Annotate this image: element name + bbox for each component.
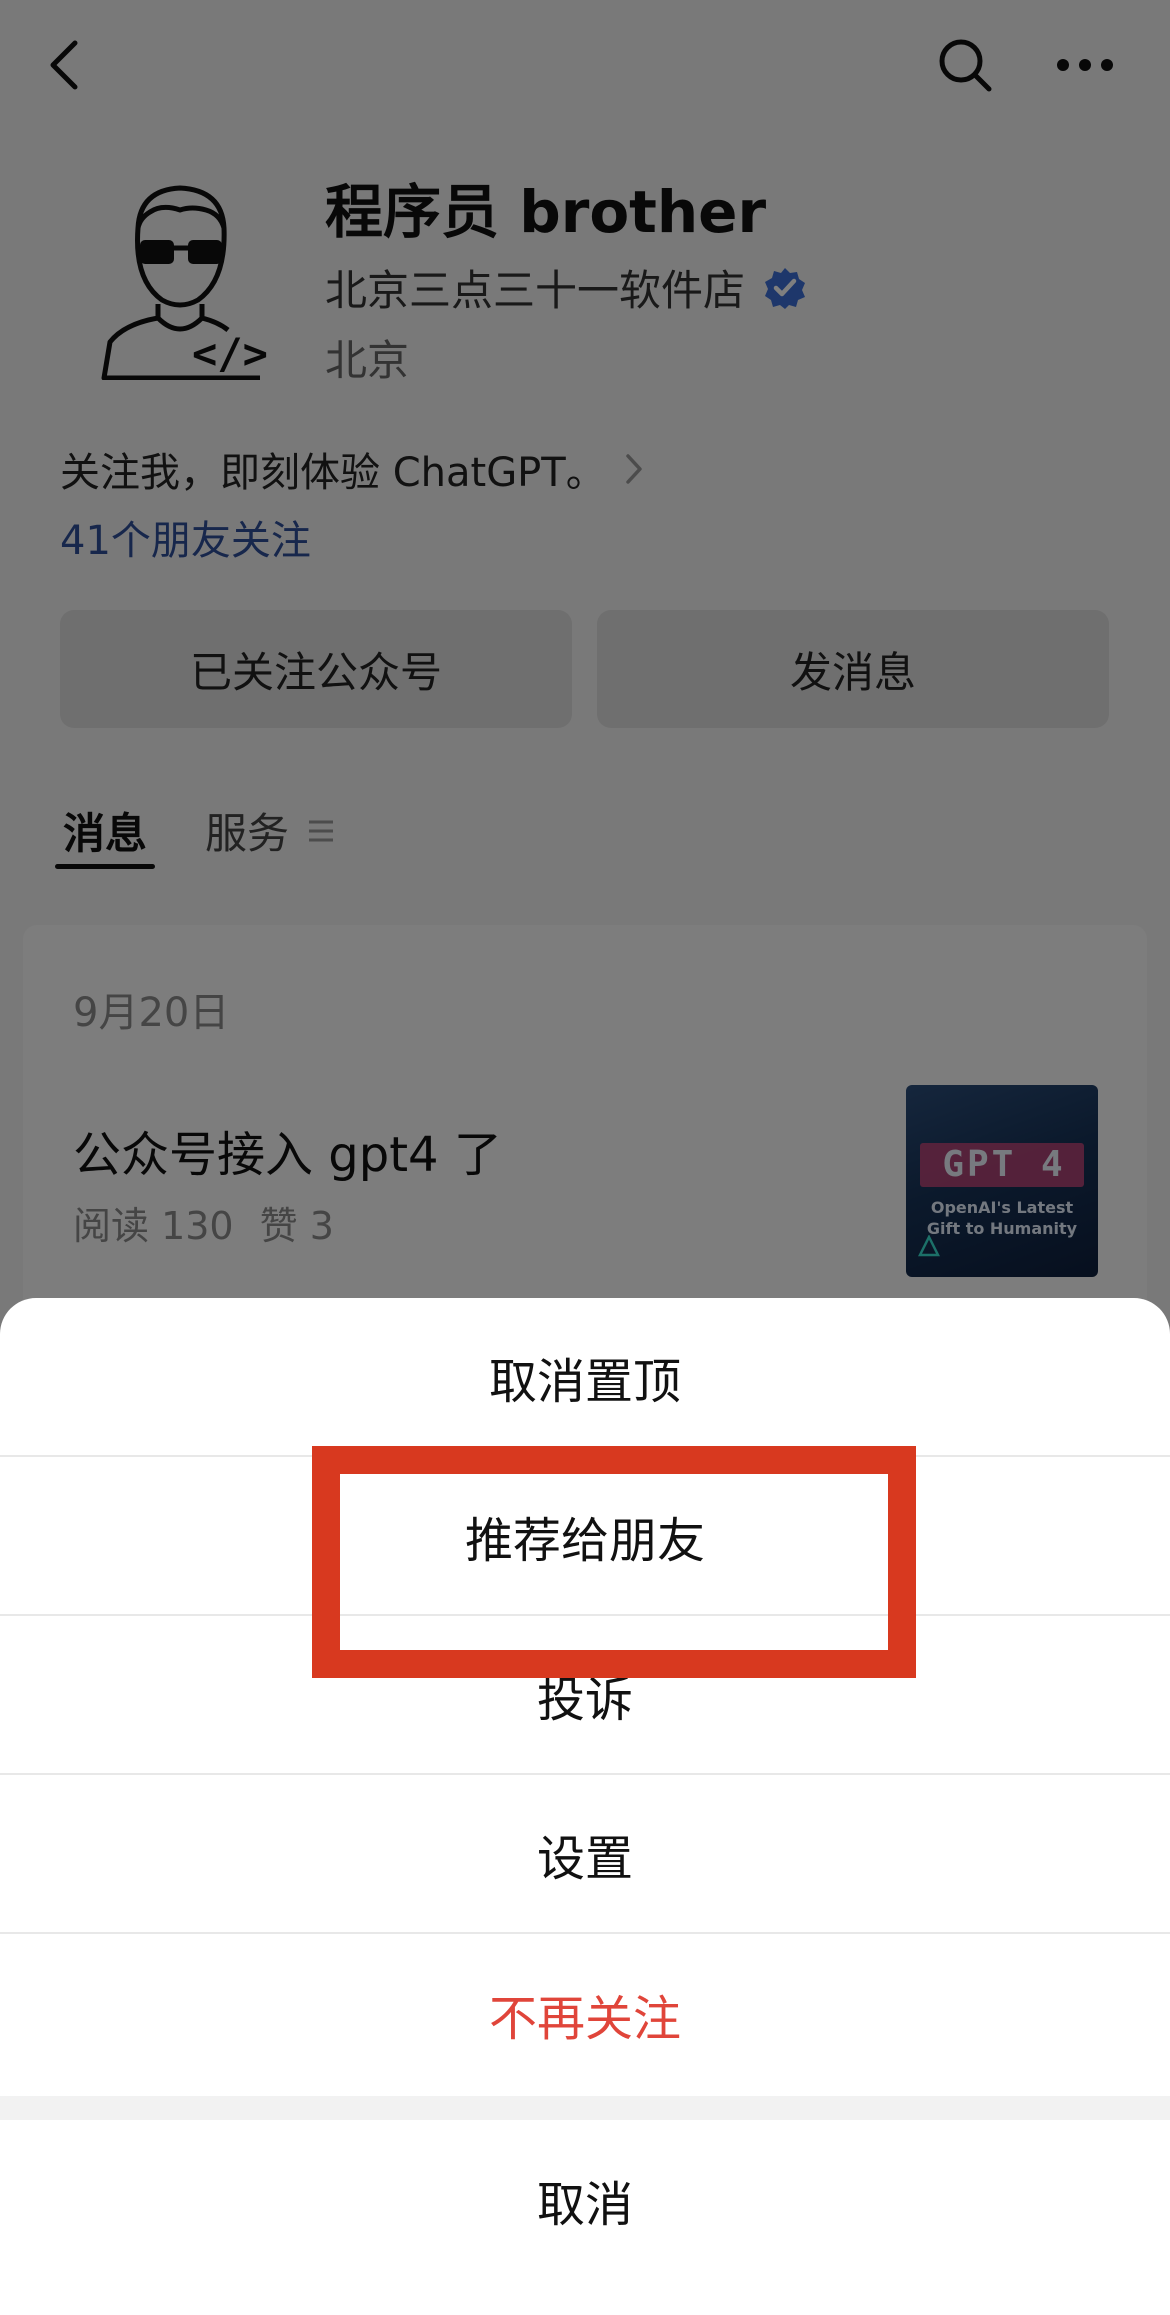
unpin-option[interactable]: 取消置顶 bbox=[0, 1298, 1170, 1457]
cancel-button[interactable]: 取消 bbox=[0, 2120, 1170, 2280]
settings-option[interactable]: 设置 bbox=[0, 1775, 1170, 1934]
unfollow-option[interactable]: 不再关注 bbox=[0, 1934, 1170, 2093]
sheet-divider bbox=[0, 2096, 1170, 2120]
highlight-box bbox=[312, 1446, 916, 1678]
